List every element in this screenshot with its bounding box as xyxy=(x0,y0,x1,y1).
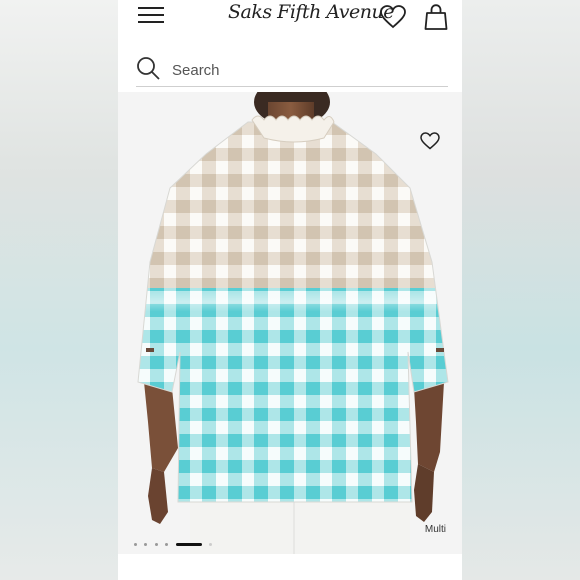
product-image-carousel[interactable]: Multi xyxy=(118,92,462,554)
mobile-screen: Saks Fifth Avenue Search Multi xyxy=(118,0,462,580)
shopping-bag-icon[interactable] xyxy=(424,4,448,30)
product-image xyxy=(137,92,449,554)
site-logo[interactable]: Saks Fifth Avenue xyxy=(228,1,395,23)
heart-icon[interactable] xyxy=(380,5,406,29)
blurred-backdrop-right xyxy=(462,0,580,580)
heart-outline-icon[interactable] xyxy=(420,132,440,150)
hamburger-menu-icon[interactable] xyxy=(138,7,164,25)
search-bar[interactable] xyxy=(136,52,448,87)
search-input[interactable] xyxy=(170,56,444,84)
carousel-dot-active[interactable] xyxy=(175,543,202,547)
color-label: Multi xyxy=(424,524,446,535)
blurred-backdrop-left xyxy=(0,0,118,580)
carousel-pagination[interactable] xyxy=(134,536,215,547)
site-header: Saks Fifth Avenue xyxy=(118,0,462,38)
search-icon[interactable] xyxy=(136,56,160,80)
